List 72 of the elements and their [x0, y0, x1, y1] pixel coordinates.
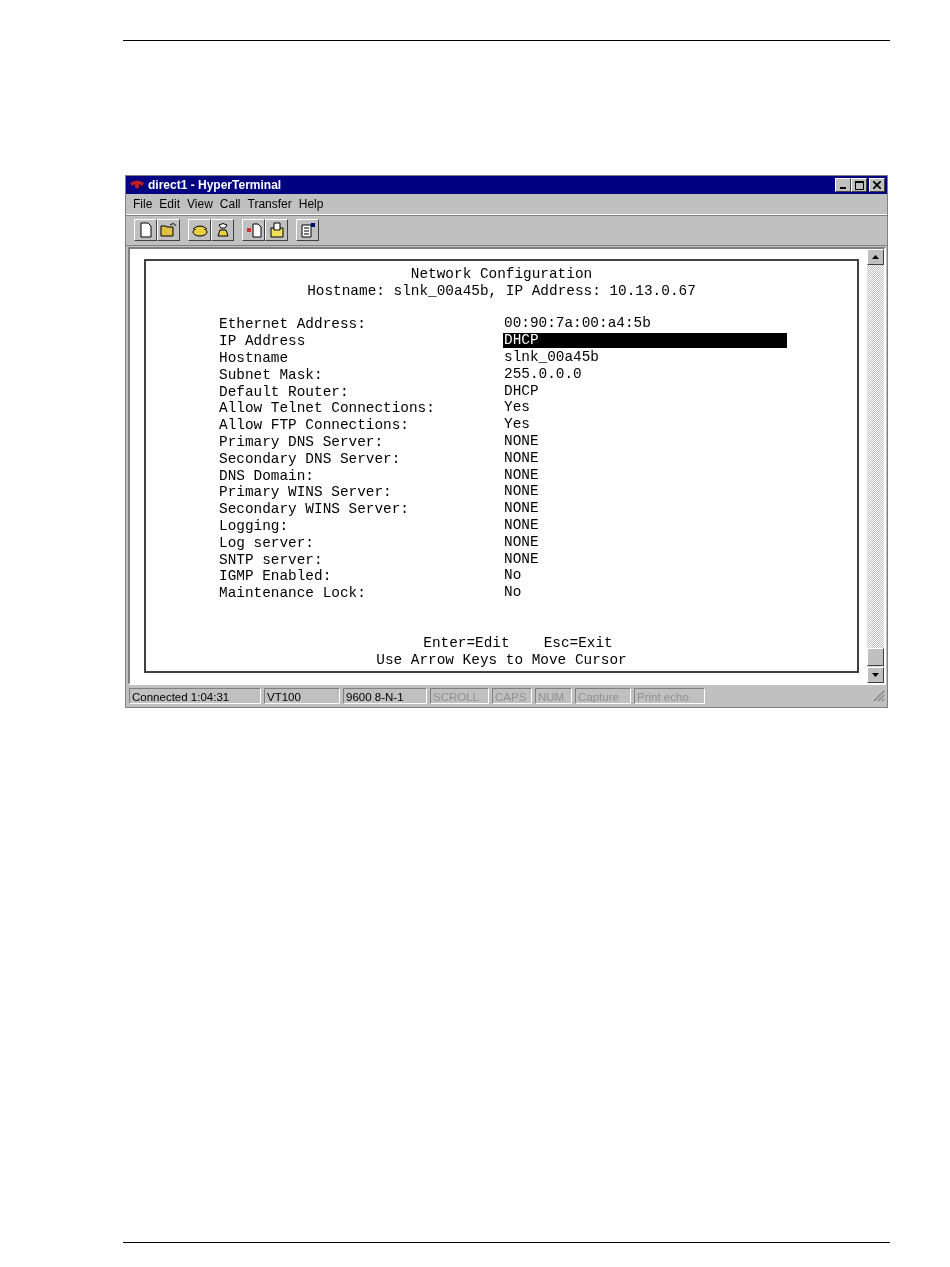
key-hint: Enter=Edit	[423, 634, 510, 652]
receive-file-button[interactable]	[265, 219, 288, 241]
folder-icon	[267, 222, 286, 238]
window-title: direct1 - HyperTerminal	[148, 178, 283, 192]
scroll-down-button[interactable]	[867, 667, 884, 683]
field-label: IP Address	[219, 333, 307, 350]
menu-item[interactable]: Call	[216, 197, 245, 211]
screen-subtitle: Hostname: slnk_00a45b, IP Address: 10.13.0.67	[306, 282, 697, 300]
maximize-icon	[854, 180, 864, 190]
field-value[interactable]: Yes	[503, 417, 787, 433]
field-value[interactable]: No	[503, 585, 787, 601]
field-value[interactable]: No	[503, 568, 787, 584]
send-file-button[interactable]	[242, 219, 265, 241]
minimize-button[interactable]	[835, 178, 851, 192]
up-arrow-icon	[872, 255, 879, 259]
navigation-hint: Use Arrow Keys to Move Cursor	[375, 651, 628, 669]
menu-item[interactable]: View	[184, 197, 217, 211]
phone-button[interactable]	[188, 219, 211, 241]
status-panel: Connected 1:04:31	[129, 688, 261, 704]
field-label: Allow FTP Connections:	[219, 417, 410, 434]
properties-button[interactable]	[296, 219, 319, 241]
resize-grip-icon[interactable]	[873, 690, 885, 702]
status-panel: VT100	[264, 688, 340, 704]
field-label: SNTP server:	[219, 551, 324, 569]
field-value[interactable]: Yes	[503, 400, 787, 416]
field-value[interactable]: DHCP	[503, 333, 787, 349]
open-folder-button[interactable]	[157, 219, 180, 241]
page-icon	[244, 222, 263, 238]
field-label: Hostname	[219, 350, 290, 367]
field-value[interactable]: NONE	[503, 433, 787, 449]
field-value[interactable]: 00:90:7a:00:a4:5b	[503, 316, 787, 332]
field-label: Subnet Mask:	[219, 366, 324, 384]
field-value[interactable]: NONE	[503, 450, 787, 466]
maximize-button[interactable]	[851, 178, 867, 192]
down-arrow-icon	[872, 673, 879, 677]
key-hint: Esc=Exit	[543, 634, 613, 652]
field-label: Logging:	[219, 517, 290, 535]
field-value[interactable]: NONE	[503, 484, 787, 500]
field-label: DNS Domain:	[219, 467, 315, 485]
screen-title: Network Configuration	[409, 266, 594, 283]
close-button[interactable]	[869, 178, 885, 192]
menu-item[interactable]: File	[130, 197, 157, 211]
field-label: Log server:	[219, 534, 315, 552]
close-icon	[873, 181, 881, 189]
document-icon	[298, 222, 317, 238]
field-label: Primary DNS Server:	[219, 433, 385, 451]
menu-item[interactable]: Edit	[156, 197, 185, 211]
menu-item[interactable]: Help	[295, 197, 328, 211]
field-value[interactable]: NONE	[503, 501, 787, 517]
field-label: Allow Telnet Connections:	[219, 400, 436, 418]
vertical-scrollbar[interactable]	[867, 249, 884, 683]
status-panel: 9600 8-N-1	[343, 688, 427, 704]
field-value[interactable]: NONE	[503, 534, 787, 550]
field-label: IGMP Enabled:	[219, 568, 333, 586]
new-file-button[interactable]	[134, 219, 157, 241]
field-label: Primary WINS Server:	[219, 484, 393, 502]
field-label: Secondary DNS Server:	[219, 450, 402, 468]
menu-item[interactable]: Transfer	[244, 197, 296, 211]
field-label: Default Router:	[219, 383, 350, 401]
field-value[interactable]: slnk_00a45b	[503, 350, 787, 365]
field-value[interactable]: NONE	[503, 467, 787, 483]
folder-icon	[159, 222, 178, 238]
scroll-thumb[interactable]	[867, 648, 884, 666]
scroll-up-button[interactable]	[867, 249, 884, 265]
field-label: Maintenance Lock:	[219, 585, 367, 602]
hang-up-button[interactable]	[211, 219, 234, 241]
field-value[interactable]: NONE	[503, 551, 787, 567]
field-label: Secondary WINS Server:	[219, 501, 410, 518]
field-value[interactable]: 255.0.0.0	[503, 366, 787, 382]
field-value[interactable]: NONE	[503, 517, 787, 533]
field-value[interactable]: DHCP	[503, 383, 787, 399]
field-label: Ethernet Address:	[219, 316, 367, 334]
